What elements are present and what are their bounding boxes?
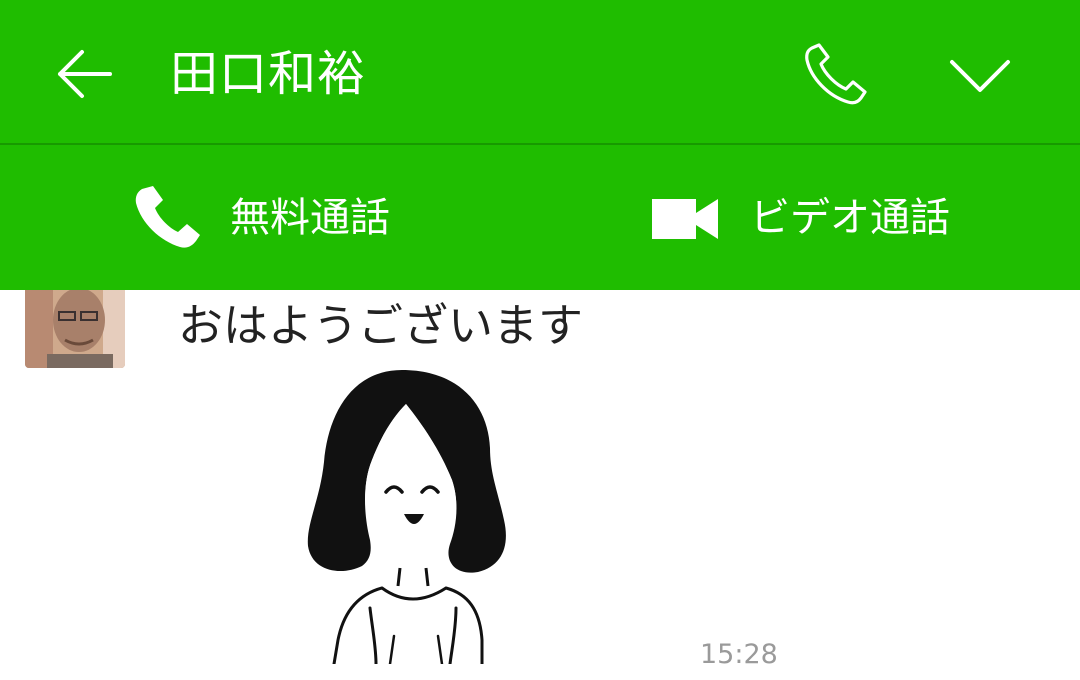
- chevron-down-icon: [950, 60, 1010, 92]
- arrow-left-icon: [58, 50, 112, 98]
- waving-woman-sticker[interactable]: [290, 364, 520, 666]
- chat-area: おはようございます 15:28: [0, 290, 1080, 680]
- call-button[interactable]: [798, 38, 872, 112]
- phone-filled-icon: [135, 186, 200, 248]
- video-call-label: ビデオ通話: [750, 195, 950, 241]
- call-options-bar: 無料通話 ビデオ通話: [0, 145, 1080, 290]
- avatar[interactable]: [25, 290, 125, 368]
- free-call-label: 無料通話: [230, 195, 390, 241]
- menu-expand-button[interactable]: [940, 44, 1020, 108]
- back-button[interactable]: [48, 40, 120, 108]
- contact-name: 田口和裕: [170, 46, 367, 102]
- phone-icon: [805, 43, 867, 105]
- video-call-button[interactable]: ビデオ通話: [650, 183, 980, 253]
- video-camera-icon: [652, 199, 718, 239]
- message-text: おはようございます: [178, 299, 584, 352]
- free-call-button[interactable]: 無料通話: [132, 183, 422, 253]
- message-timestamp: 15:28: [700, 639, 778, 670]
- profile-photo: [25, 290, 125, 368]
- chat-header: 田口和裕: [0, 0, 1080, 145]
